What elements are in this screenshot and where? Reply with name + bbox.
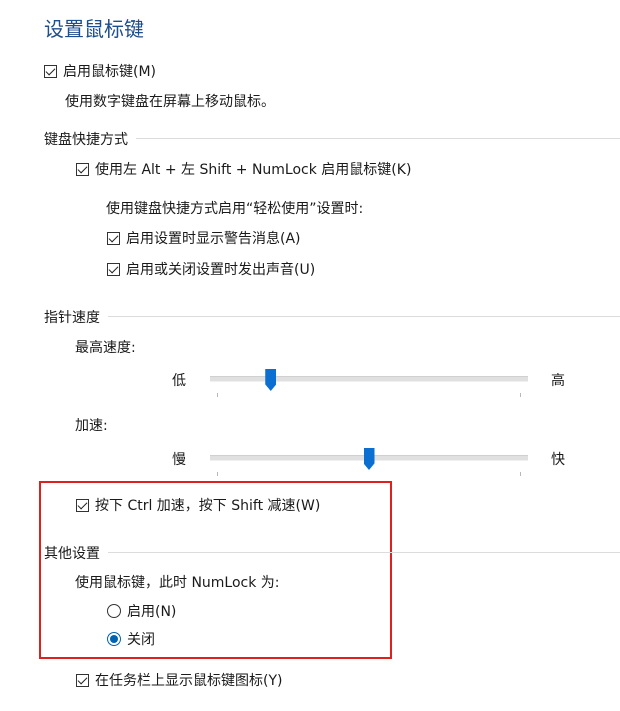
other-settings-divider	[108, 552, 620, 553]
taskbar-icon-checkbox[interactable]: 在任务栏上显示鼠标键图标(Y)	[76, 670, 282, 690]
checkbox-check-icon[interactable]	[76, 498, 89, 512]
top-speed-track[interactable]	[210, 376, 528, 382]
other-settings-heading: 其他设置	[44, 546, 100, 562]
acceleration-slider[interactable]	[210, 448, 528, 476]
warning-message-label: 启用设置时显示警告消息(A)	[126, 231, 301, 247]
acceleration-tick-min	[217, 472, 218, 476]
warning-message-checkbox[interactable]: 启用设置时显示警告消息(A)	[107, 228, 301, 248]
sound-checkbox[interactable]: 启用或关闭设置时发出声音(U)	[107, 259, 315, 279]
numlock-on-label: 启用(N)	[127, 604, 177, 620]
ctrl-shift-checkbox[interactable]: 按下 Ctrl 加速，按下 Shift 减速(W)	[76, 495, 320, 515]
acceleration-tick-max	[520, 472, 521, 476]
numlock-on-radio[interactable]: 启用(N)	[107, 601, 176, 621]
acceleration-high-label: 快	[551, 452, 565, 468]
enable-mousekeys-checkbox[interactable]: 启用鼠标键(M)	[44, 61, 156, 81]
acceleration-low-label: 慢	[172, 452, 186, 468]
pointer-speed-heading: 指针速度	[44, 310, 100, 326]
checkbox-check-icon[interactable]	[107, 231, 120, 245]
shortcut-toggle-checkbox[interactable]: 使用左 Alt + 左 Shift + NumLock 启用鼠标键(K)	[76, 159, 411, 179]
top-speed-slider[interactable]	[210, 369, 528, 397]
page-title: 设置鼠标键	[44, 17, 144, 41]
top-speed-low-label: 低	[172, 373, 186, 389]
radio-selected-icon[interactable]	[107, 632, 121, 646]
pointer-speed-divider	[108, 316, 620, 317]
checkbox-check-icon[interactable]	[44, 64, 57, 78]
keyboard-shortcut-divider	[136, 138, 620, 139]
numlock-description: 使用鼠标键，此时 NumLock 为:	[75, 575, 280, 591]
top-speed-tick-min	[217, 393, 218, 397]
checkbox-check-icon[interactable]	[76, 162, 89, 176]
shortcut-toggle-label: 使用左 Alt + 左 Shift + NumLock 启用鼠标键(K)	[95, 162, 412, 178]
checkbox-check-icon[interactable]	[76, 673, 89, 687]
numlock-off-radio[interactable]: 关闭	[107, 629, 155, 649]
enable-mousekeys-description: 使用数字键盘在屏幕上移动鼠标。	[65, 94, 275, 110]
top-speed-thumb[interactable]	[265, 369, 277, 391]
top-speed-tick-max	[520, 393, 521, 397]
keyboard-shortcut-heading: 键盘快捷方式	[44, 132, 128, 148]
checkbox-check-icon[interactable]	[107, 262, 120, 276]
ctrl-shift-label: 按下 Ctrl 加速，按下 Shift 减速(W)	[95, 498, 321, 514]
taskbar-icon-label: 在任务栏上显示鼠标键图标(Y)	[95, 673, 283, 689]
top-speed-high-label: 高	[551, 373, 565, 389]
radio-unselected-icon[interactable]	[107, 604, 121, 618]
numlock-off-label: 关闭	[127, 632, 155, 648]
top-speed-label: 最高速度:	[75, 340, 136, 356]
enable-mousekeys-label: 启用鼠标键(M)	[63, 64, 157, 80]
shortcut-sub-description: 使用键盘快捷方式启用“轻松使用”设置时:	[106, 201, 364, 217]
sound-label: 启用或关闭设置时发出声音(U)	[126, 262, 316, 278]
acceleration-label: 加速:	[75, 418, 108, 434]
acceleration-thumb[interactable]	[363, 448, 375, 470]
